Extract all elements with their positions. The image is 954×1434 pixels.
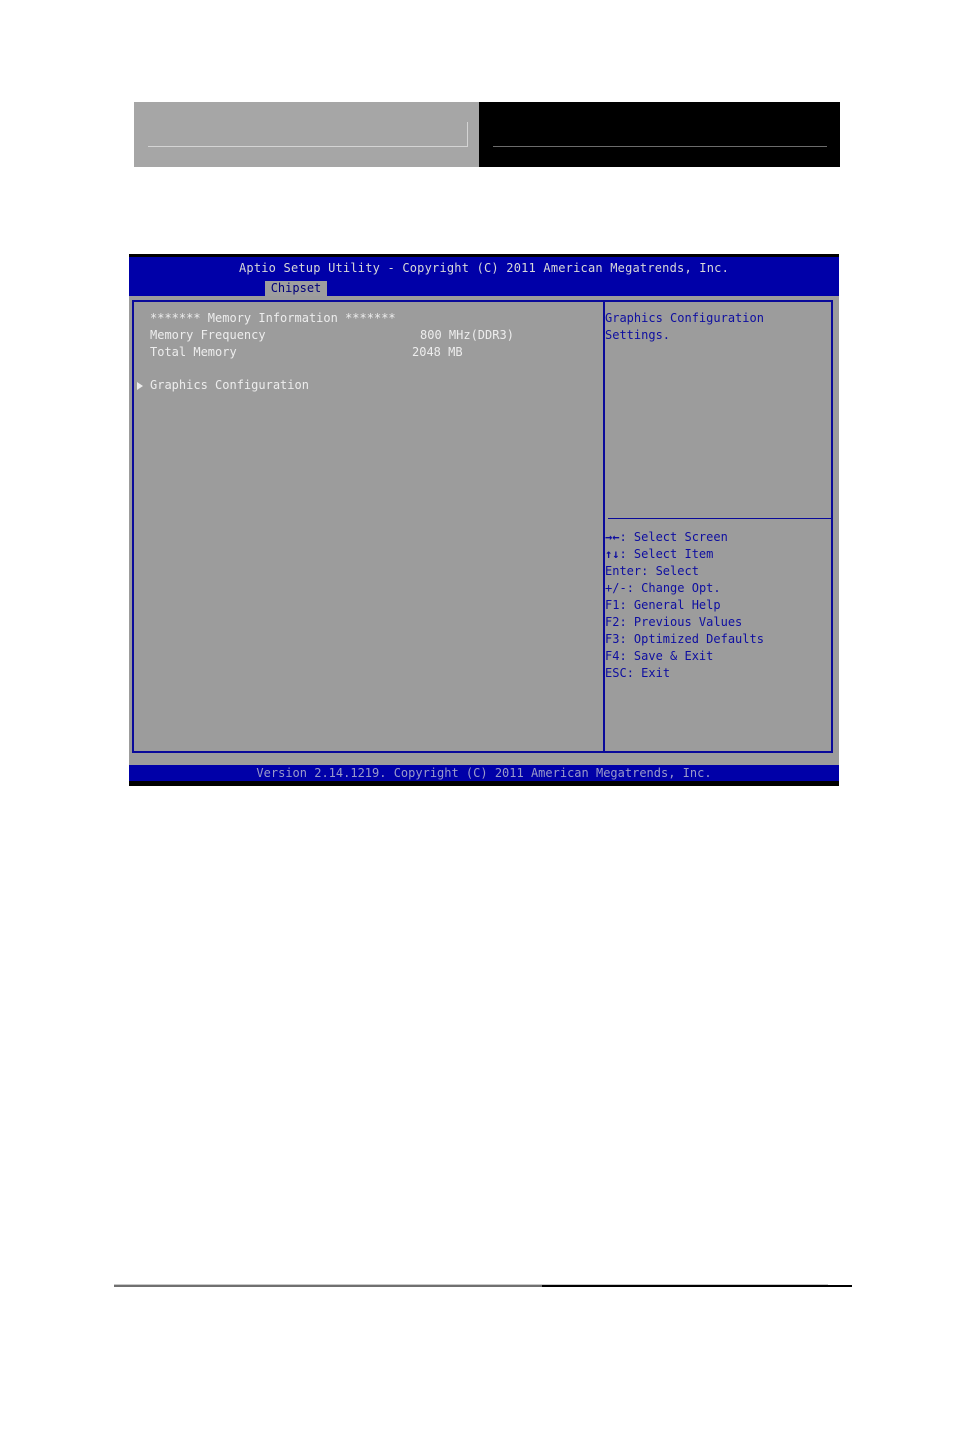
key-f2: F2 — [605, 615, 620, 629]
key-esc: ESC — [605, 666, 627, 680]
key-up-down: ↑↓ — [605, 547, 620, 561]
key-enter: Enter — [605, 564, 642, 578]
key-action: Select Screen — [633, 530, 728, 544]
memory-frequency-value: 800 MHz(DDR3) — [420, 328, 514, 342]
bios-version-footer: Version 2.14.1219. Copyright (C) 2011 Am… — [256, 766, 712, 780]
total-memory-value: 2048 MB — [412, 345, 463, 359]
banner-left-panel — [134, 102, 479, 167]
key-action: General Help — [633, 598, 721, 612]
key-f3: F3 — [605, 632, 620, 646]
bios-title-bar: Aptio Setup Utility - Copyright (C) 2011… — [129, 257, 839, 296]
bios-title: Aptio Setup Utility - Copyright (C) 2011… — [238, 261, 730, 275]
key-action: Change Opt. — [641, 581, 721, 595]
key-help-esc: ESC: Exit — [605, 666, 671, 680]
key-action: Optimized Defaults — [633, 632, 764, 646]
key-help-select-screen: →←: Select Screen — [605, 530, 728, 544]
key-help-f4: F4: Save & Exit — [605, 649, 714, 663]
key-help-f1: F1: General Help — [605, 598, 721, 612]
key-action: Select — [655, 564, 699, 578]
banner-right-rule — [493, 146, 827, 147]
page-footer-rule-right — [542, 1285, 852, 1287]
key-help-select-item: ↑↓: Select Item — [605, 547, 714, 561]
page-header-banner — [134, 102, 840, 167]
graphics-configuration-item[interactable]: Graphics Configuration — [150, 378, 309, 392]
key-left-right: →← — [605, 530, 620, 544]
key-plus-minus: +/- — [605, 581, 627, 595]
page-footer-rule-left — [114, 1285, 542, 1287]
key-help-change-opt: +/-: Change Opt. — [605, 581, 721, 595]
key-f1: F1 — [605, 598, 620, 612]
key-help-enter: Enter: Select — [605, 564, 699, 578]
bios-screen: Aptio Setup Utility - Copyright (C) 2011… — [129, 254, 839, 786]
banner-left-tick — [467, 122, 468, 147]
key-action: Save & Exit — [633, 649, 714, 663]
key-action: Previous Values — [633, 615, 743, 629]
tab-chipset[interactable]: Chipset — [265, 281, 327, 296]
key-help-f2: F2: Previous Values — [605, 615, 743, 629]
banner-right-panel — [479, 102, 840, 167]
memory-frequency-label: Memory Frequency — [150, 328, 266, 342]
key-help-f3: F3: Optimized Defaults — [605, 632, 764, 646]
key-action: Exit — [641, 666, 671, 680]
bios-body: ******* Memory Information ******* Memor… — [129, 296, 839, 765]
key-f4: F4 — [605, 649, 620, 663]
help-separator — [608, 518, 833, 519]
help-description-line-2: Settings. — [605, 328, 671, 342]
help-description-line-1: Graphics Configuration — [605, 311, 764, 325]
panel-divider — [603, 302, 605, 751]
key-action: Select Item — [633, 547, 714, 561]
triangle-right-icon — [137, 382, 143, 390]
bios-frame — [132, 300, 833, 753]
bios-footer-bar: Version 2.14.1219. Copyright (C) 2011 Am… — [129, 765, 839, 781]
total-memory-label: Total Memory — [150, 345, 237, 359]
banner-left-rule — [148, 146, 468, 147]
memory-info-header: ******* Memory Information ******* — [150, 311, 396, 325]
